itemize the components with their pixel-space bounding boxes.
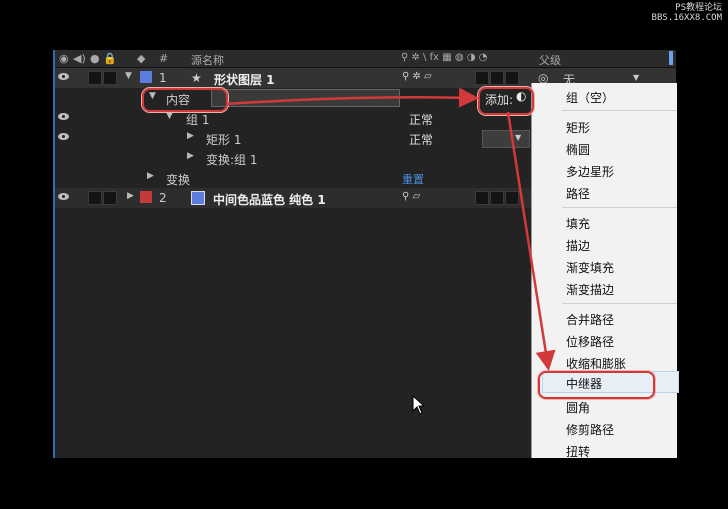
mouse-cursor-icon <box>412 395 426 415</box>
arrow-contents-to-add <box>225 87 479 108</box>
arrow-add-to-repeater <box>506 111 556 371</box>
annotation-arrows <box>225 87 556 371</box>
